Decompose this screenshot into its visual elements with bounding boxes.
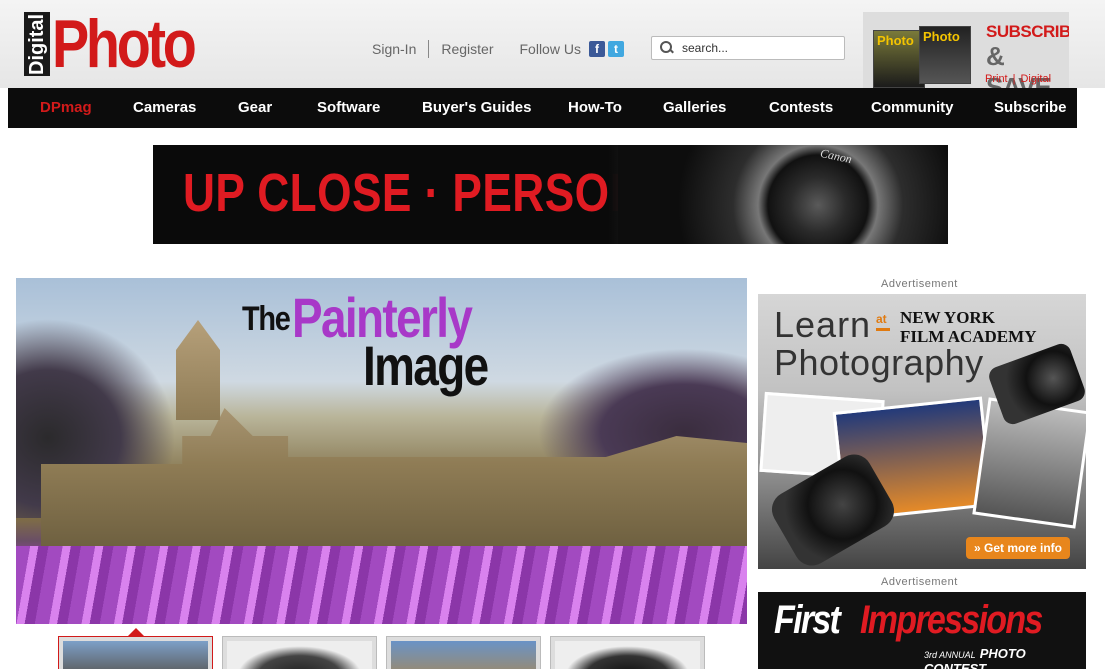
thumbnail-2[interactable] — [222, 636, 377, 669]
subscribe-digital-link[interactable]: Digital — [1020, 73, 1051, 85]
ad-at-text: at — [876, 312, 887, 326]
ad-accent-bar — [876, 328, 890, 331]
facebook-icon[interactable]: f — [588, 41, 605, 57]
site-logo[interactable]: Digital Photo — [24, 6, 229, 82]
logo-digital-text: Digital — [24, 12, 50, 76]
thumbnail-1[interactable] — [58, 636, 213, 669]
nav-item-community[interactable]: Community — [871, 99, 954, 116]
top-links: Sign-In Register Follow Us f t — [372, 40, 624, 58]
contest-impressions-text: Impressions — [860, 598, 1043, 642]
magazine-cover-title: Photo — [877, 33, 914, 48]
divider: | — [1012, 73, 1016, 85]
contest-annual-text: 3rd ANNUAL — [924, 650, 976, 660]
subscribe-print-link[interactable]: Print — [985, 73, 1008, 85]
search-icon[interactable] — [660, 41, 674, 55]
subscribe-options: Print | Digital — [985, 73, 1051, 85]
nav-item-subscribe[interactable]: Subscribe — [994, 99, 1067, 116]
nav-item-software[interactable]: Software — [317, 99, 380, 116]
lavender-field-image — [16, 546, 747, 624]
contest-first-text: First — [774, 598, 841, 642]
nav-item-galleries[interactable]: Galleries — [663, 99, 726, 116]
signin-link[interactable]: Sign-In — [372, 41, 416, 57]
search-box — [651, 36, 845, 60]
thumbnail-image — [555, 641, 700, 669]
thumbnail-3[interactable] — [386, 636, 541, 669]
nyfa-ad[interactable]: Learn at NEW YORK FILM ACADEMY Photograp… — [758, 294, 1086, 569]
search-input[interactable] — [682, 41, 842, 55]
contest-subtitle: 3rd ANNUAL PHOTO CONTEST — [924, 646, 1086, 669]
nav-item-cameras[interactable]: Cameras — [133, 99, 196, 116]
ad-school-line1: NEW YORK — [900, 308, 995, 327]
nav-item-how-to[interactable]: How-To — [568, 99, 622, 116]
magazine-cover-image: Photo — [873, 30, 925, 88]
banner-ad[interactable]: UP CLOSE · PERSONAL Canon — [153, 145, 948, 244]
nav-item-buyers-guides[interactable]: Buyer's Guides — [422, 99, 531, 116]
advertisement-label: Advertisement — [881, 576, 958, 588]
page: Digital Photo Sign-In Register Follow Us… — [0, 0, 1105, 669]
featured-slide[interactable]: The Painterly Image — [16, 278, 747, 624]
magazine-cover-image: Photo — [919, 26, 971, 84]
subscribe-title: SUBSCRIBE — [986, 22, 1069, 41]
ad-subject-text: Photography — [774, 342, 984, 383]
advertisement-label: Advertisement — [881, 278, 958, 290]
slide-title-the: The — [242, 300, 291, 338]
slide-title-image: Image — [363, 334, 489, 397]
thumbnail-image — [63, 641, 208, 669]
thumbnail-4[interactable] — [550, 636, 705, 669]
logo-photo-text: Photo — [52, 6, 197, 82]
thumbnail-image — [391, 641, 536, 669]
active-thumb-indicator — [128, 628, 144, 636]
nav-item-contests[interactable]: Contests — [769, 99, 833, 116]
register-link[interactable]: Register — [441, 41, 493, 57]
magazine-cover-title: Photo — [923, 29, 960, 44]
nav-item-dpmag[interactable]: DPmag — [40, 99, 92, 116]
photo-contest-ad[interactable]: First Impressions 3rd ANNUAL PHOTO CONTES… — [758, 592, 1086, 669]
nav-item-gear[interactable]: Gear — [238, 99, 272, 116]
thumbnail-image — [227, 641, 372, 669]
twitter-icon[interactable]: t — [607, 41, 624, 57]
bell-tower-image — [176, 320, 220, 420]
slide-thumbnails — [58, 628, 718, 669]
camera-lens-image — [618, 145, 948, 244]
masthead: Digital Photo Sign-In Register Follow Us… — [0, 0, 1105, 88]
main-nav: DPmag Cameras Gear Software Buyer's Guid… — [8, 88, 1077, 128]
divider — [428, 40, 430, 58]
get-more-info-button[interactable]: » Get more info — [965, 537, 1070, 559]
subscribe-promo[interactable]: Photo Photo SUBSCRIBE & SAVE Print|Digit… — [863, 12, 1069, 88]
follow-us-label: Follow Us — [519, 41, 581, 57]
ad-learn-text: Learn — [774, 304, 872, 345]
